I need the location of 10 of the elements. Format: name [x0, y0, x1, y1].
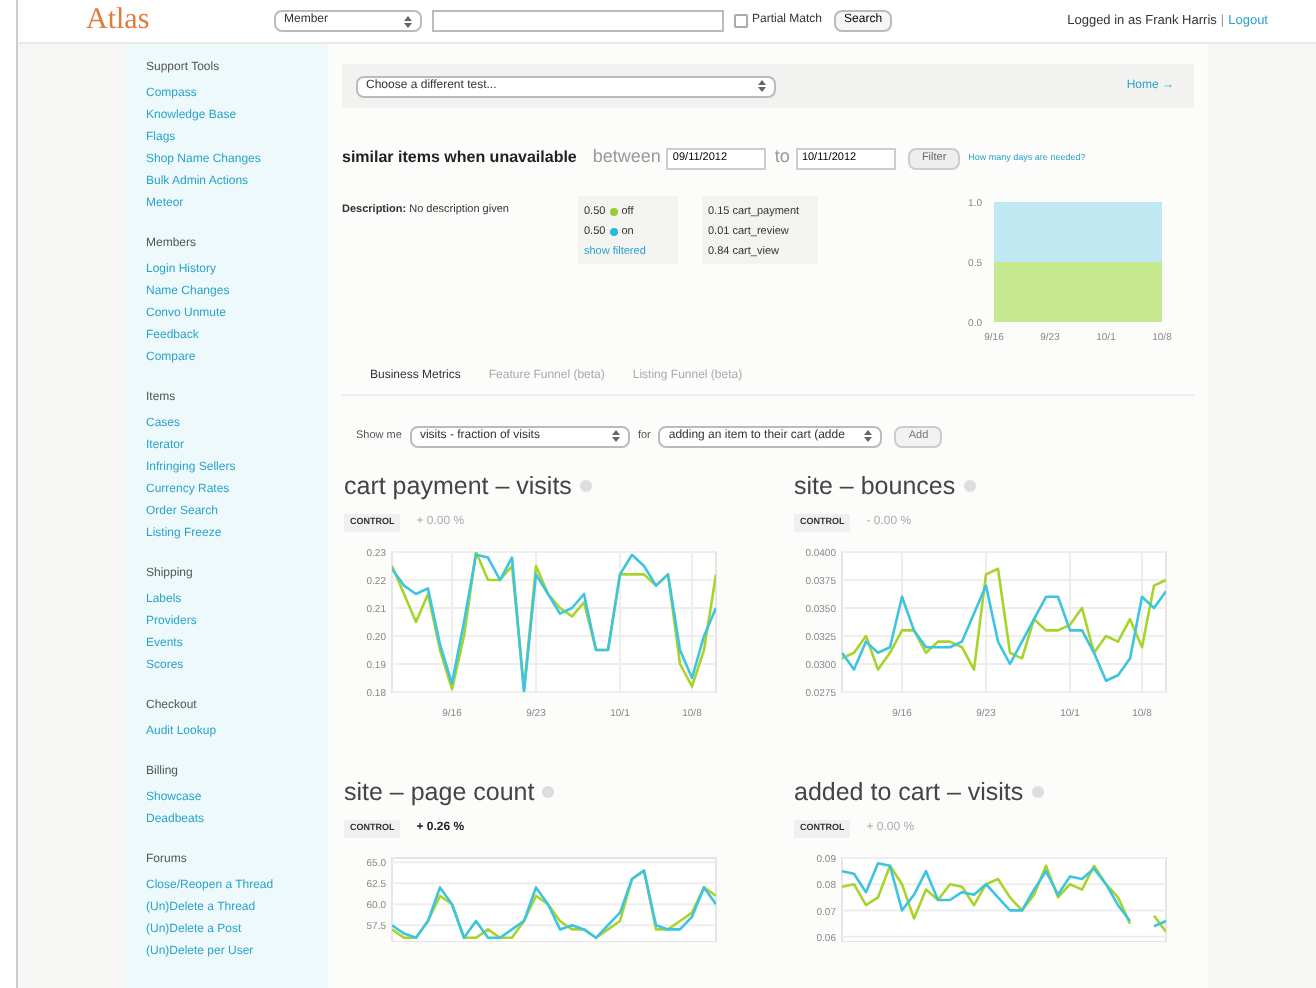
metric-title: added to cart – visits	[794, 776, 1024, 810]
metric-title: site – page count	[344, 776, 535, 810]
metric-title: site – bounces	[794, 470, 956, 504]
test-title: similar items when unavailable	[342, 146, 577, 170]
between-label: between	[592, 144, 661, 171]
line-series	[842, 583, 1166, 682]
metric-title: cart payment – visits	[344, 470, 572, 504]
to-label: to	[774, 144, 790, 171]
line-series	[842, 567, 1166, 671]
logo[interactable]: Atlas	[86, 0, 274, 44]
